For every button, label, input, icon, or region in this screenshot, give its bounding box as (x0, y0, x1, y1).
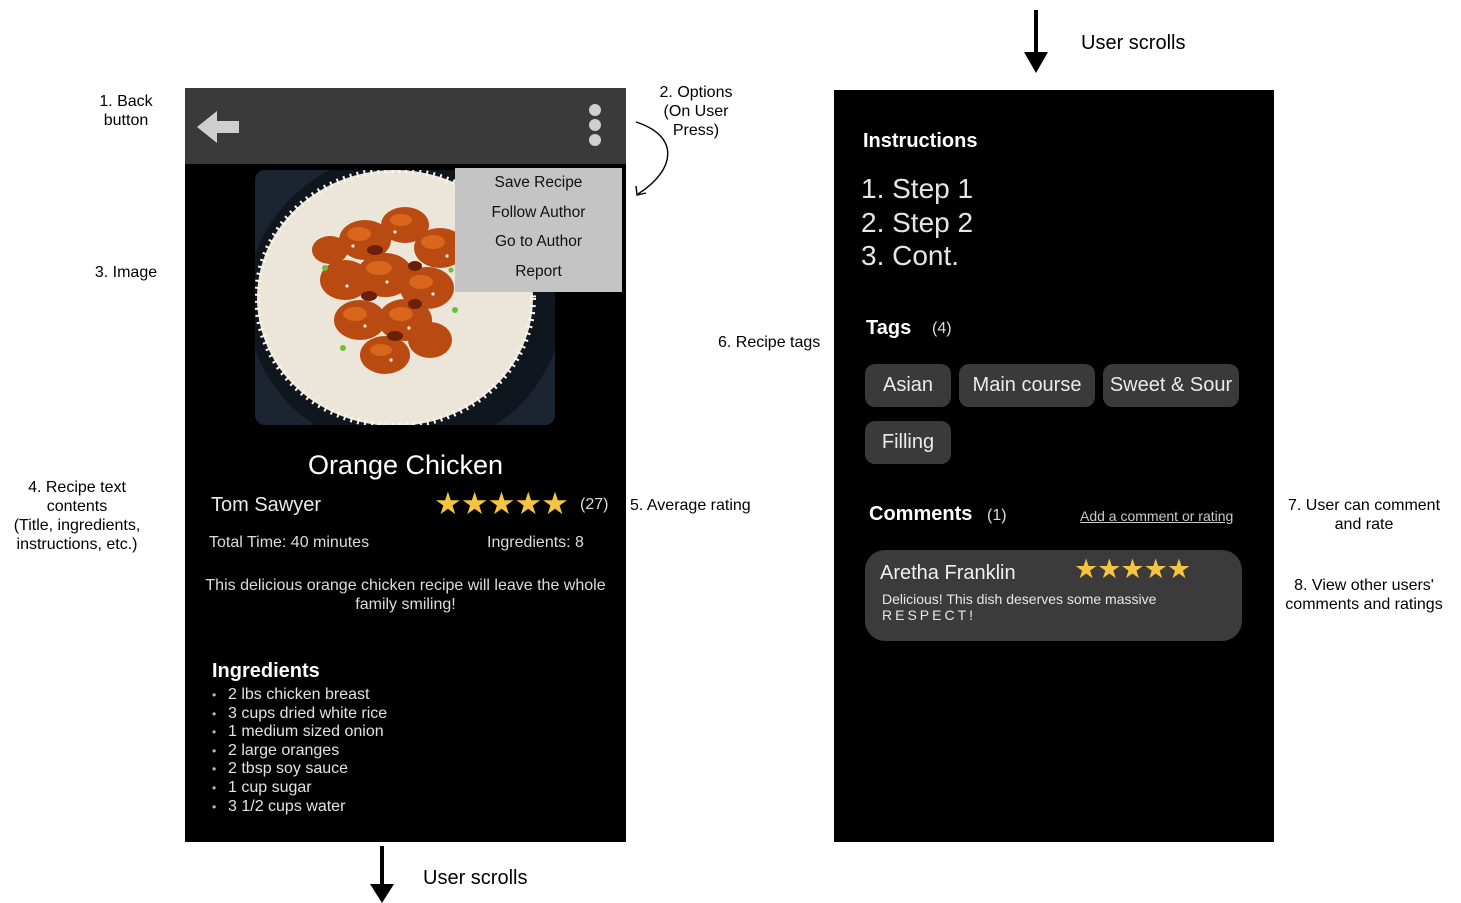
instructions-list: 1. Step 1 2. Step 2 3. Cont. (861, 172, 973, 273)
tag-chip[interactable]: Filling (865, 421, 951, 464)
comment-author: Aretha Franklin (880, 562, 1016, 584)
recipe-description: This delicious orange chicken recipe wil… (205, 577, 606, 613)
total-time: Total Time: 40 minutes (209, 534, 370, 551)
annotation-view-comments: 8. View other users' comments and rating… (1285, 577, 1443, 613)
tag-chip[interactable]: Asian (865, 364, 951, 407)
list-item: 2. Step 2 (861, 206, 974, 238)
tag-chip[interactable]: Main course (959, 364, 1095, 407)
list-item: • 3 cups dried white rice (212, 704, 388, 722)
comments-count: (1) (987, 507, 1007, 524)
recipe-title: Orange Chicken (307, 450, 504, 480)
comment-rating-stars: ★★★★★ (1074, 554, 1191, 584)
list-item: • 2 tbsp soy sauce (212, 760, 349, 778)
rating-count: (27) (580, 496, 609, 513)
back-arrow-icon[interactable] (197, 110, 241, 144)
menu-save-recipe[interactable]: Save Recipe (455, 174, 622, 192)
recipe-screen: Save Recipe Follow Author Go to Author R… (185, 88, 626, 842)
scroll-down-arrow-bottom (370, 846, 394, 903)
annotation-comment-rate: 7. User can comment and rate (1287, 497, 1441, 533)
options-pointer-arrow (635, 121, 669, 196)
tags-count: (4) (932, 320, 952, 337)
options-kebab-icon[interactable] (586, 104, 604, 150)
comment-card: Aretha Franklin ★★★★★ Delicious! This di… (865, 550, 1242, 641)
ingredients-list: • 2 lbs chicken breast • 3 cups dried whit… (212, 686, 387, 816)
menu-go-to-author[interactable]: Go to Author (455, 233, 622, 251)
tag-chip[interactable]: Sweet & Sour (1103, 364, 1239, 407)
scroll-label-top: User scrolls (1081, 32, 1186, 54)
list-item: 1. Step 1 (861, 173, 974, 204)
annotation-recipe-text: 4. Recipe text contents (Title, ingredie… (13, 479, 141, 553)
recipe-screen-scrolled: Instructions 1. Step 1 2. Step 2 3. Cont… (834, 90, 1274, 842)
annotation-average-rating: 5. Average rating (630, 497, 751, 514)
author-name[interactable]: Tom Sawyer (211, 494, 321, 517)
scroll-down-arrow-top (1024, 10, 1048, 73)
list-item: 3. Cont. (861, 240, 960, 271)
average-rating-stars: ★★★★★ (434, 486, 569, 521)
ingredients-count: Ingredients: 8 (487, 534, 584, 551)
list-item: • 1 medium sized onion (212, 723, 384, 741)
list-item: • 2 lbs chicken breast (212, 686, 370, 703)
ingredients-heading: Ingredients (212, 660, 320, 682)
menu-report[interactable]: Report (455, 263, 622, 281)
tags-heading: Tags (866, 317, 912, 339)
list-item: • 1 cup sugar (212, 778, 312, 796)
annotation-recipe-tags: 6. Recipe tags (718, 334, 821, 351)
scroll-label-bottom: User scrolls (423, 867, 528, 889)
comment-text: Delicious! This dish deserves some massi… (882, 591, 1157, 623)
annotation-back-button: 1. Back button (99, 93, 153, 129)
options-menu: Save Recipe Follow Author Go to Author R… (455, 168, 622, 292)
add-comment-link[interactable]: Add a comment or rating (1080, 508, 1233, 524)
list-item: • 2 large oranges (212, 741, 340, 759)
instructions-heading: Instructions (863, 130, 978, 152)
comments-heading: Comments (869, 503, 973, 525)
top-bar (185, 88, 626, 164)
list-item: • 3 1/2 cups water (212, 797, 346, 815)
annotation-image: 3. Image (94, 264, 158, 281)
menu-follow-author[interactable]: Follow Author (455, 204, 622, 222)
